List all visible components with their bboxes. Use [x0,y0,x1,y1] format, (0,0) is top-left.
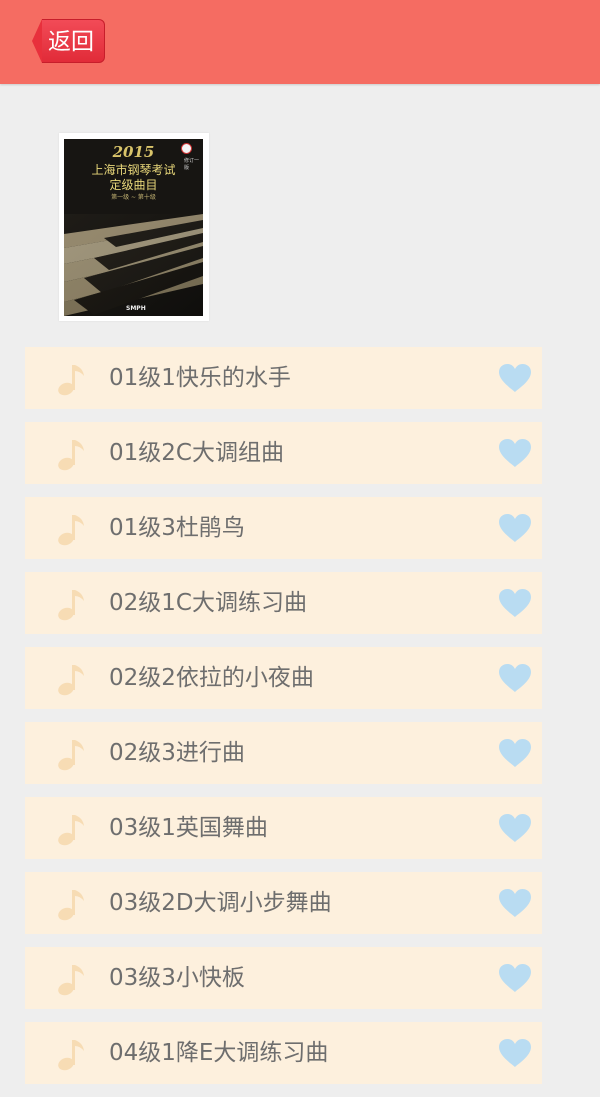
song-row[interactable]: 01级1快乐的水手 [25,347,542,409]
heart-icon[interactable] [498,438,532,468]
cover-badge-icon [181,143,192,154]
publisher-logo: SMPH [126,305,146,312]
song-title: 02级1C大调练习曲 [109,590,307,616]
back-button[interactable]: 返回 [32,19,105,63]
song-title: 03级1英国舞曲 [109,815,268,841]
song-list: 01级1快乐的水手 01级2C大调组曲 01级3杜鹃鸟 02级1C大调练习曲 02级2依… [25,347,542,1097]
cover-subtitle: 第一级 ~ 第十级 [111,194,156,201]
piano-keys-image [64,214,203,316]
song-title: 01级2C大调组曲 [109,440,284,466]
music-note-icon [58,1040,84,1071]
heart-icon[interactable] [498,813,532,843]
back-button-label: 返回 [42,19,105,63]
music-note-icon [58,665,84,696]
song-row[interactable]: 03级1英国舞曲 [25,797,542,859]
song-row[interactable]: 01级2C大调组曲 [25,422,542,484]
song-row[interactable]: 02级2依拉的小夜曲 [25,647,542,709]
cover-edition: 修订一版 [184,158,200,171]
song-title: 03级2D大调小步舞曲 [109,890,332,916]
music-note-icon [58,440,84,471]
back-arrow-icon [32,19,42,63]
song-title: 02级3进行曲 [109,740,245,766]
music-note-icon [58,515,84,546]
cover-title-line2: 定级曲目 [109,178,158,192]
heart-icon[interactable] [498,963,532,993]
heart-icon[interactable] [498,1038,532,1068]
song-row[interactable]: 01级3杜鹃鸟 [25,497,542,559]
song-row[interactable]: 04级1降E大调练习曲 [25,1022,542,1084]
header-bar: 返回 [0,0,600,84]
heart-icon[interactable] [498,363,532,393]
music-note-icon [58,365,84,396]
song-title: 04级1降E大调练习曲 [109,1040,329,1066]
song-title: 03级3小快板 [109,965,245,991]
music-note-icon [58,965,84,996]
song-row[interactable]: 02级1C大调练习曲 [25,572,542,634]
song-title: 01级3杜鹃鸟 [109,515,245,541]
music-note-icon [58,740,84,771]
music-note-icon [58,590,84,621]
heart-icon[interactable] [498,738,532,768]
music-note-icon [58,815,84,846]
album-cover-frame: 2015 上海市钢琴考试 定级曲目 第一级 ~ 第十级 修订一版 SMPH [59,133,209,321]
album-cover-image: 2015 上海市钢琴考试 定级曲目 第一级 ~ 第十级 修订一版 SMPH [64,139,203,316]
heart-icon[interactable] [498,888,532,918]
heart-icon[interactable] [498,513,532,543]
song-row[interactable]: 03级2D大调小步舞曲 [25,872,542,934]
song-row[interactable]: 03级3小快板 [25,947,542,1009]
music-note-icon [58,890,84,921]
heart-icon[interactable] [498,663,532,693]
song-title: 02级2依拉的小夜曲 [109,665,314,691]
heart-icon[interactable] [498,588,532,618]
song-title: 01级1快乐的水手 [109,365,291,391]
song-row[interactable]: 02级3进行曲 [25,722,542,784]
